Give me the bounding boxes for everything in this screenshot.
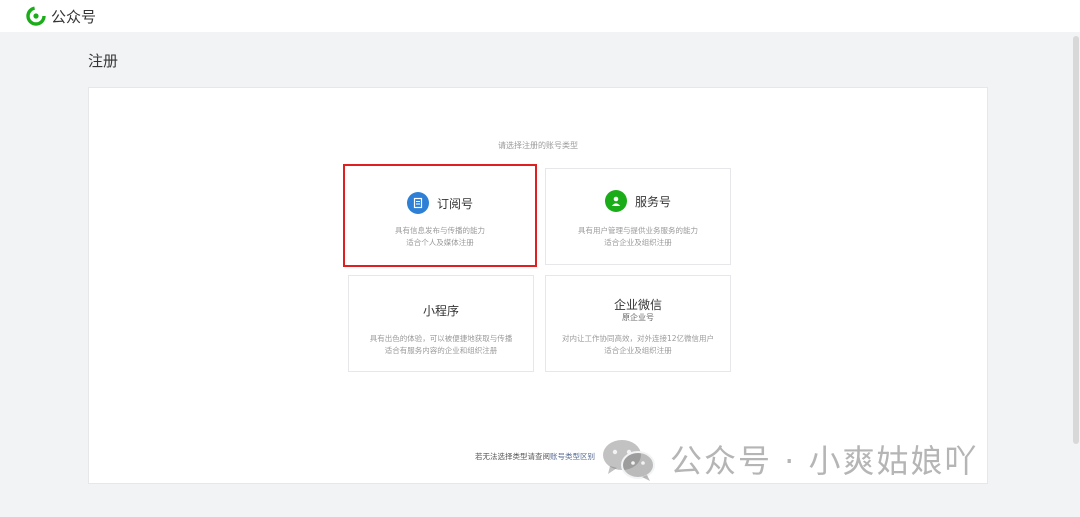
registration-panel: 请选择注册的账号类型 订阅号 具有信息发布与传播的能力 适合个人及媒体注册 服务… — [88, 87, 988, 484]
wechat-icon — [603, 440, 655, 481]
account-type-difference-link[interactable]: 账号类型区别 — [550, 452, 595, 461]
card-audience: 适合企业及组织注册 — [604, 238, 672, 247]
help-text: 若无法选择类型请查阅 — [475, 452, 550, 461]
card-description: 具有用户管理与提供业务服务的能力 — [578, 226, 698, 235]
top-bar: 公众号 — [0, 0, 1080, 32]
logo[interactable]: 公众号 — [26, 6, 96, 26]
account-type-card-subscription[interactable]: 订阅号 具有信息发布与传播的能力 适合个人及媒体注册 — [343, 164, 537, 267]
scrollbar[interactable] — [1072, 32, 1080, 517]
account-type-help: 若无法选择类型请查阅账号类型区别 — [475, 451, 595, 462]
page-title: 注册 — [88, 52, 119, 70]
scrollbar-thumb[interactable] — [1073, 36, 1079, 444]
card-audience: 适合有服务内容的企业和组织注册 — [384, 346, 498, 355]
card-audience: 适合个人及媒体注册 — [406, 238, 474, 247]
account-type-card-wecom[interactable]: 企业微信 原企业号 对内让工作协同高效，对外连接12亿微信用户 适合企业及组织注… — [545, 275, 731, 372]
card-audience: 适合企业及组织注册 — [604, 346, 672, 355]
account-type-prompt: 请选择注册的账号类型 — [498, 141, 578, 150]
card-description: 对内让工作协同高效，对外连接12亿微信用户 — [561, 334, 715, 343]
card-subtitle: 原企业号 — [622, 313, 654, 322]
card-title: 订阅号 — [436, 196, 473, 211]
card-description: 具有信息发布与传播的能力 — [395, 226, 485, 235]
card-title: 服务号 — [634, 194, 671, 209]
watermark: 公众号 · 小爽姑娘吖 — [600, 436, 979, 482]
document-icon — [406, 192, 429, 214]
card-title: 企业微信 — [613, 298, 662, 312]
user-icon — [604, 190, 627, 212]
logo-text: 公众号 — [51, 7, 97, 26]
wechat-official-logo-icon — [26, 6, 46, 26]
account-type-card-service[interactable]: 服务号 具有用户管理与提供业务服务的能力 适合企业及组织注册 — [545, 168, 731, 265]
card-title: 小程序 — [422, 304, 459, 318]
card-description: 具有出色的体验，可以被便捷地获取与传播 — [369, 334, 513, 343]
account-type-card-mini-program[interactable]: 小程序 具有出色的体验，可以被便捷地获取与传播 适合有服务内容的企业和组织注册 — [348, 275, 534, 372]
watermark-text: 公众号 · 小爽姑娘吖 — [670, 442, 979, 480]
